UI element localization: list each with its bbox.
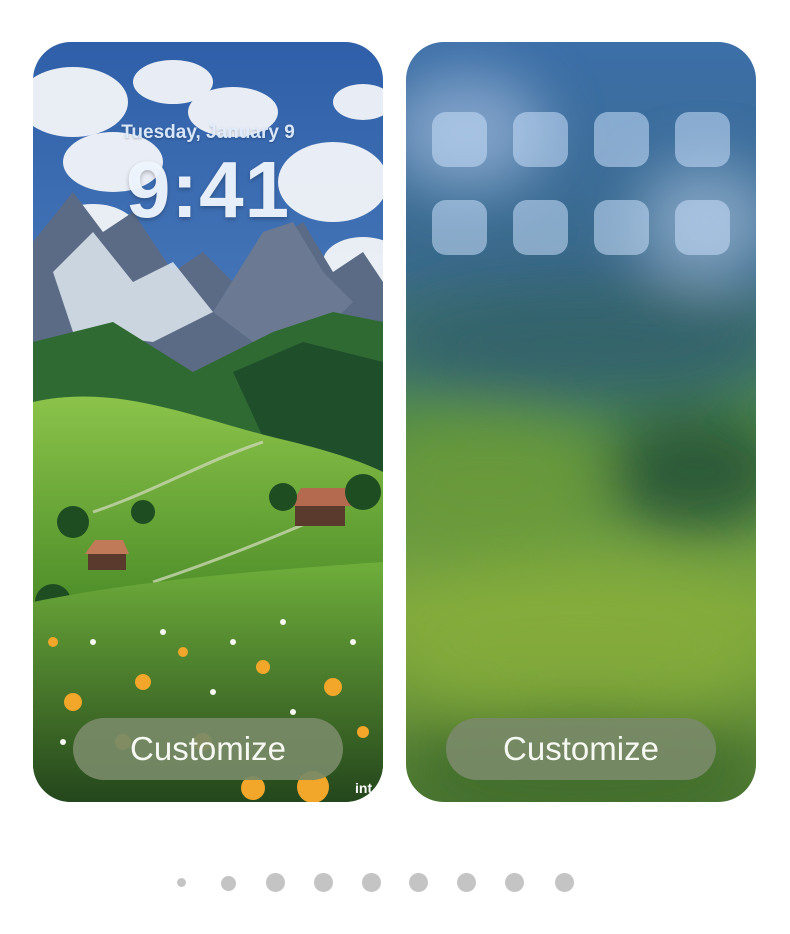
app-icon-placeholder <box>675 112 730 167</box>
app-icon-placeholder <box>594 112 649 167</box>
customize-home-screen-button[interactable]: Customize <box>446 718 716 780</box>
home-screen-preview[interactable]: Customize <box>406 42 756 802</box>
page-dot[interactable] <box>314 873 333 892</box>
app-icon-placeholder <box>675 200 730 255</box>
customize-lock-screen-button[interactable]: Customize <box>73 718 343 780</box>
page-dot[interactable] <box>266 873 285 892</box>
lock-screen-time: 9:41 <box>125 145 291 234</box>
page-dot[interactable] <box>221 876 236 891</box>
page-dot[interactable] <box>457 873 476 892</box>
watermark: int <box>355 780 373 796</box>
app-icon-placeholder <box>432 112 487 167</box>
page-dot[interactable] <box>505 873 524 892</box>
page-dot[interactable] <box>555 873 574 892</box>
page-dot[interactable] <box>362 873 381 892</box>
lock-screen-preview[interactable]: Tuesday, January 9 9:41 Customize int <box>33 42 383 802</box>
page-indicator[interactable] <box>0 872 790 894</box>
app-icon-placeholder <box>513 112 568 167</box>
app-icon-placeholder <box>513 200 568 255</box>
page-dot[interactable] <box>177 878 186 887</box>
app-icon-placeholder <box>432 200 487 255</box>
app-icon-placeholder <box>594 200 649 255</box>
page-dot[interactable] <box>409 873 428 892</box>
lock-screen-date: Tuesday, January 9 <box>121 122 295 143</box>
